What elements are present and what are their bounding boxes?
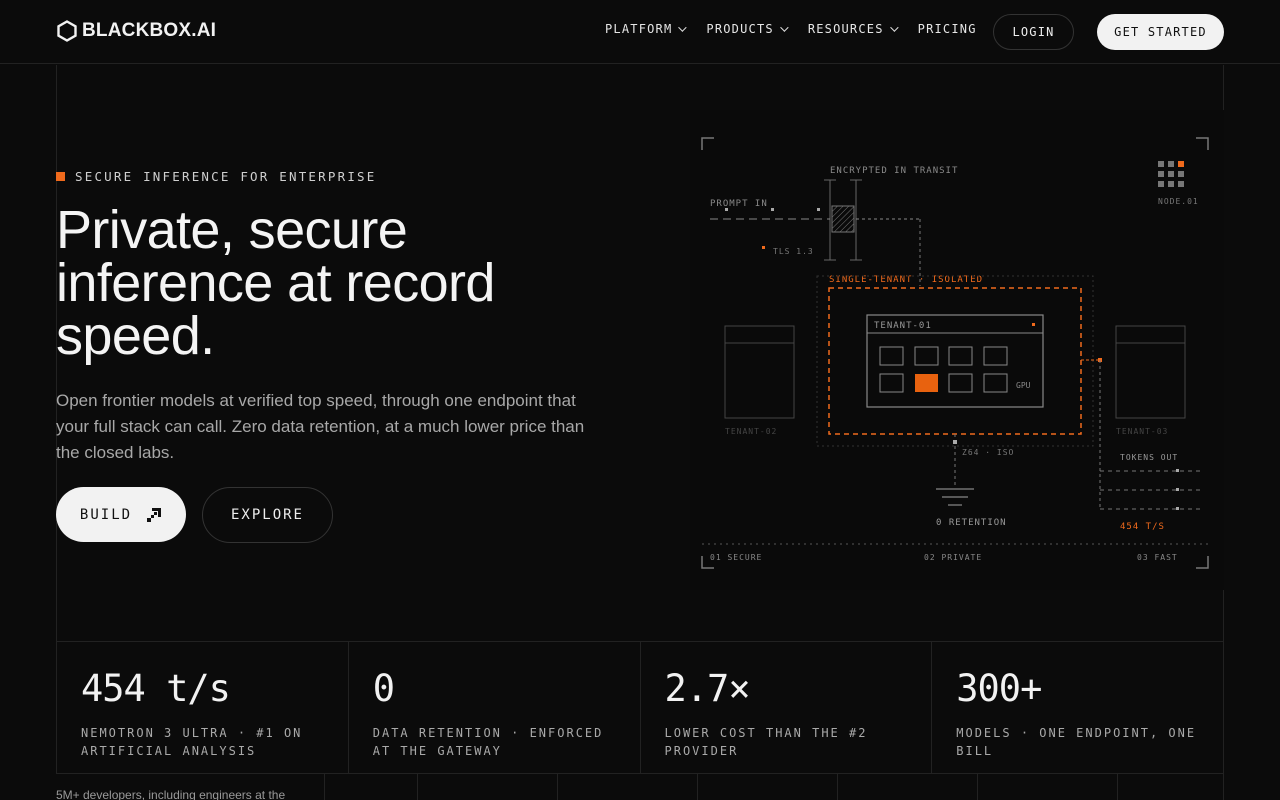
main-nav: PLATFORM PRODUCTS RESOURCES PRICING: [605, 22, 977, 36]
customer-logo-strip: [324, 774, 1224, 800]
iso-label: Z64 · ISO: [962, 448, 1014, 457]
chevron-down-icon: [678, 23, 688, 32]
logo-divider: [837, 774, 838, 800]
nav-item-label: PRODUCTS: [706, 22, 774, 36]
login-button[interactable]: LOGIN: [993, 14, 1074, 50]
site-header: BLACKBOX.AI PLATFORM PRODUCTS RESOURCES …: [0, 0, 1280, 64]
logo-divider: [1117, 774, 1118, 800]
tokens-out-label: TOKENS OUT: [1120, 453, 1178, 462]
logo-divider: [977, 774, 978, 800]
prompt-in-label: PROMPT IN: [710, 199, 768, 209]
stat-label: DATA RETENTION · ENFORCED AT THE GATEWAY: [372, 726, 604, 758]
stat-label: MODELS · ONE ENDPOINT, ONE BILL: [956, 726, 1197, 758]
gpu-label: GPU: [1016, 381, 1031, 390]
eyebrow-text: SECURE INFERENCE FOR ENTERPRISE: [75, 169, 377, 184]
stat-label: NEMOTRON 3 ULTRA · #1 ON ARTIFICIAL ANAL…: [81, 726, 303, 758]
speed-label: 454 T/S: [1120, 522, 1165, 532]
nav-item-label: PRICING: [917, 22, 977, 36]
stat-value: 2.7×: [664, 667, 751, 710]
stat-label: LOWER COST THAN THE #2 PROVIDER: [664, 726, 868, 758]
nav-item-label: PLATFORM: [605, 22, 673, 36]
node-label: NODE.01: [1158, 197, 1199, 206]
pixel-arrow-icon: [147, 507, 162, 522]
stat-card: 0 DATA RETENTION · ENFORCED AT THE GATEW…: [347, 642, 640, 773]
logo-divider: [417, 774, 418, 800]
stat-value: 0: [372, 667, 395, 710]
node-grid-icon: [1158, 161, 1184, 187]
nav-item-products[interactable]: PRODUCTS: [706, 22, 789, 36]
brand-logo[interactable]: BLACKBOX.AI: [56, 20, 216, 42]
footer-private: 02 PRIVATE: [924, 553, 982, 562]
explore-button[interactable]: EXPLORE: [202, 487, 333, 543]
nav-item-resources[interactable]: RESOURCES: [807, 22, 899, 36]
stat-card: 454 t/s NEMOTRON 3 ULTRA · #1 ON ARTIFIC…: [56, 642, 348, 773]
stat-card: 2.7× LOWER COST THAN THE #2 PROVIDER: [639, 642, 932, 773]
brand-name: BLACKBOX.AI: [82, 20, 217, 41]
secure-inference-diagram: ENCRYPTED IN TRANSIT PROMPT IN TLS 1.3 N…: [690, 110, 1224, 590]
tenant-left-label: TENANT-02: [725, 427, 777, 436]
nav-item-label: RESOURCES: [807, 22, 884, 36]
chevron-down-icon: [779, 23, 789, 32]
hexagon-logo-icon: [57, 20, 77, 42]
orange-square-icon: [56, 172, 65, 181]
logo-divider: [324, 774, 325, 800]
headline-line-3: speed.: [56, 306, 215, 366]
build-button-label: BUILD: [79, 506, 133, 523]
hero-headline: Private, secure inference at record spee…: [56, 200, 616, 366]
chevron-down-icon: [889, 23, 899, 32]
tenant-right-label: TENANT-03: [1116, 427, 1168, 436]
nav-item-pricing[interactable]: PRICING: [918, 22, 977, 36]
build-button[interactable]: BUILD: [56, 487, 186, 542]
headline-line-2: inference at record: [56, 253, 495, 313]
hero-subcopy: Open frontier models at verified top spe…: [56, 391, 585, 462]
tls-label: TLS 1.3: [773, 247, 814, 256]
logo-divider: [1223, 774, 1224, 800]
stat-value: 454 t/s: [81, 667, 231, 710]
trust-line: 5M+ developers, including engineers at t…: [56, 788, 286, 800]
hero-eyebrow: SECURE INFERENCE FOR ENTERPRISE: [56, 169, 377, 184]
tenant-main-label: TENANT-01: [874, 321, 932, 331]
encrypted-label: ENCRYPTED IN TRANSIT: [830, 166, 958, 176]
logo-divider: [557, 774, 558, 800]
footer-fast: 03 FAST: [1137, 553, 1178, 562]
footer-secure: 01 SECURE: [710, 553, 762, 562]
diagram-svg: ENCRYPTED IN TRANSIT PROMPT IN TLS 1.3 N…: [701, 137, 1209, 569]
get-started-button[interactable]: GET STARTED: [1097, 14, 1224, 50]
stat-card: 300+ MODELS · ONE ENDPOINT, ONE BILL: [931, 642, 1224, 773]
nav-item-platform[interactable]: PLATFORM: [605, 22, 688, 36]
retention-label: 0 RETENTION: [936, 518, 1007, 528]
logo-divider: [697, 774, 698, 800]
stat-value: 300+: [956, 667, 1042, 710]
headline-line-1: Private, secure: [56, 200, 408, 260]
stats-row: 454 t/s NEMOTRON 3 ULTRA · #1 ON ARTIFIC…: [56, 641, 1224, 774]
